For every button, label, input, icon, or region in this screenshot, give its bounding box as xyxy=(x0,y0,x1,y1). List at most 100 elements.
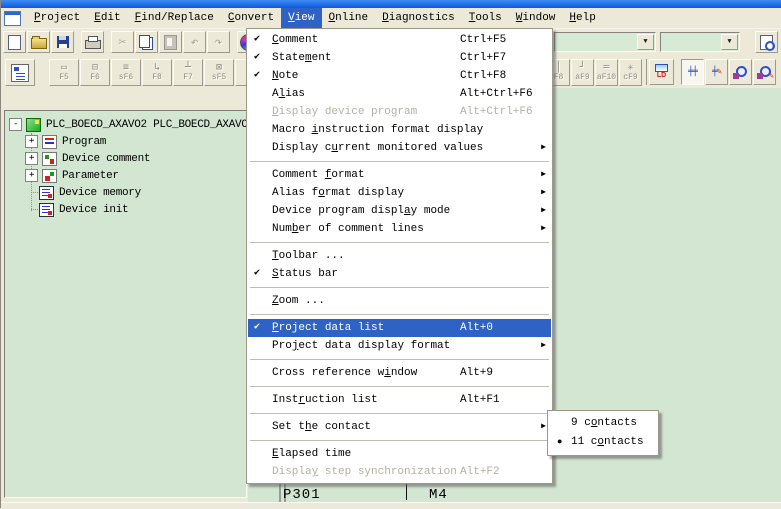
collapse-box-icon[interactable]: - xyxy=(9,118,22,131)
submenu-arrow-icon: ▶ xyxy=(541,139,546,157)
printer-icon xyxy=(85,40,101,49)
menu-separator xyxy=(250,287,549,288)
write-magnifier-icon: ✎ xyxy=(757,65,772,80)
view-menu-item-display-step-synchronization: Display step synchronizationAlt+F2 xyxy=(248,463,551,481)
menu-separator xyxy=(250,440,549,441)
cut-button: ✂ xyxy=(111,31,134,53)
view-menu-item-number-of-comment-lines[interactable]: Number of comment lines▶ xyxy=(248,220,551,238)
menubar-item-help[interactable]: Help xyxy=(562,8,602,28)
monitor-write-mode-button[interactable]: ✎ xyxy=(753,59,776,85)
checkmark-icon: ✔ xyxy=(254,31,260,49)
view-menu-item-alias-format-display[interactable]: Alias format display▶ xyxy=(248,184,551,202)
tree-item-label: Program xyxy=(62,136,106,148)
dropdown-arrow-icon[interactable]: ▼ xyxy=(637,34,654,50)
menu-separator xyxy=(250,242,549,243)
submenu-arrow-icon: ▶ xyxy=(541,220,546,238)
view-menu-item-set-the-contact[interactable]: Set the contact▶ xyxy=(248,418,551,436)
find-in-document-button[interactable] xyxy=(755,31,778,53)
view-menu-item-toolbar[interactable]: Toolbar ... xyxy=(248,247,551,265)
ladder-symbol-delete-vertical-icon-button: ┘aF9 xyxy=(571,59,594,86)
function-key-label: F6 xyxy=(90,73,100,82)
ladder-list-toggle-button[interactable]: LD xyxy=(649,59,674,85)
menubar-item-online[interactable]: Online xyxy=(322,8,376,28)
function-key-label: sF6 xyxy=(119,73,133,82)
ladder-symbol-application-instruction-icon-button: ⊠sF5 xyxy=(204,59,234,86)
view-menu-item-statement[interactable]: ✔StatementCtrl+F7 xyxy=(248,49,551,67)
mdi-child-window-icon[interactable] xyxy=(4,11,21,26)
expand-box-icon[interactable]: + xyxy=(25,135,38,148)
view-menu-item-elapsed-time[interactable]: Elapsed time xyxy=(248,445,551,463)
submenu-arrow-icon: ▶ xyxy=(541,184,546,202)
submenu-item-11-contacts[interactable]: ●11 contacts xyxy=(549,433,657,452)
open-folder-icon xyxy=(31,38,47,49)
tree-item-label: Parameter xyxy=(62,170,119,182)
function-key-label: F8 xyxy=(554,73,564,82)
print-button[interactable] xyxy=(81,31,104,53)
project-data-list-panel: -PLC_BOECD_AXAVO2 PLC_BOECD_AXAVO2 + Progr… xyxy=(4,110,247,498)
standard-toolbar-buttons: ✂↶↷ xyxy=(3,31,261,53)
menubar-item-tools[interactable]: Tools xyxy=(462,8,509,28)
view-menu-item-comment-format[interactable]: Comment format▶ xyxy=(248,166,551,184)
view-menu-item-instruction-list[interactable]: Instruction listAlt+F1 xyxy=(248,391,551,409)
shortcut-label: Alt+0 xyxy=(460,319,493,337)
expand-box-icon[interactable]: + xyxy=(25,152,38,165)
tree-item-program[interactable]: + Program xyxy=(5,133,246,150)
copy-button[interactable] xyxy=(135,31,158,53)
device-init-icon xyxy=(39,203,54,217)
view-menu-item-note[interactable]: ✔NoteCtrl+F8 xyxy=(248,67,551,85)
menubar-item-window[interactable]: Window xyxy=(509,8,563,28)
tree-item-plc-boecd-axavo2-plc-boecd-axavo2[interactable]: -PLC_BOECD_AXAVO2 PLC_BOECD_AXAVO2 xyxy=(5,116,246,133)
menubar-item-find-replace[interactable]: Find/Replace xyxy=(128,8,221,28)
submenu-arrow-icon: ▶ xyxy=(541,418,546,436)
shortcut-label: Alt+Ctrl+F6 xyxy=(460,85,533,103)
device-combo-box-1[interactable]: ▼ xyxy=(554,32,656,52)
view-menu-item-display-current-monitored-values[interactable]: Display current monitored values▶ xyxy=(248,139,551,157)
view-menu-item-comment[interactable]: ✔CommentCtrl+F5 xyxy=(248,31,551,49)
view-menu-item-project-data-display-format[interactable]: Project data display format▶ xyxy=(248,337,551,355)
device-combo-box-2[interactable]: ▼ xyxy=(660,32,740,52)
menubar-item-project[interactable]: Project xyxy=(27,8,87,28)
open-button[interactable] xyxy=(27,31,50,53)
tree-item-parameter[interactable]: + Parameter xyxy=(5,167,246,184)
tree-item-device-memory[interactable]: Device memory xyxy=(5,184,246,201)
view-menu-item-macro-instruction-format-display[interactable]: Macro instruction format display xyxy=(248,121,551,139)
new-page-icon xyxy=(8,35,21,50)
parameter-icon xyxy=(42,169,57,183)
save-button[interactable] xyxy=(51,31,74,53)
ladder-symbol-buttons-right: │F8┘aF9═aF10✳cF9 xyxy=(547,59,653,86)
view-menu-item-zoom[interactable]: Zoom ... xyxy=(248,292,551,310)
dropdown-arrow-icon[interactable]: ▼ xyxy=(721,34,738,50)
new-button[interactable] xyxy=(3,31,26,53)
tree-item-device-comment[interactable]: + Device comment xyxy=(5,150,246,167)
tree-item-label: Device comment xyxy=(62,153,150,165)
paste-clipboard-icon xyxy=(164,35,177,50)
view-menu-item-cross-reference-window[interactable]: Cross reference windowAlt+9 xyxy=(248,364,551,382)
menu-bar-items: ProjectEditFind/ReplaceConvertViewOnline… xyxy=(27,8,603,28)
function-key-label: cF9 xyxy=(623,73,637,82)
view-menu-item-alias[interactable]: AliasAlt+Ctrl+F6 xyxy=(248,85,551,103)
cut-scissors-icon: ✂ xyxy=(119,36,127,49)
menubar-item-convert[interactable]: Convert xyxy=(221,8,281,28)
tree-item-device-init[interactable]: Device init xyxy=(5,201,246,218)
view-menu-dropdown: ✔CommentCtrl+F5✔StatementCtrl+F7✔NoteCtr… xyxy=(246,28,553,484)
menu-bar: ProjectEditFind/ReplaceConvertViewOnline… xyxy=(1,8,781,29)
menubar-item-view[interactable]: View xyxy=(281,8,321,28)
project-data-list-toggle[interactable] xyxy=(5,59,35,86)
menubar-item-edit[interactable]: Edit xyxy=(87,8,127,28)
submenu-item-9-contacts[interactable]: 9 contacts xyxy=(549,414,657,433)
save-floppy-icon xyxy=(57,36,69,48)
ladder-edit-mode-button[interactable]: ╪✎ xyxy=(705,59,728,85)
menu-separator xyxy=(250,413,549,414)
checkmark-icon: ✔ xyxy=(254,49,260,67)
menu-separator xyxy=(250,386,549,387)
view-menu-item-status-bar[interactable]: ✔Status bar xyxy=(248,265,551,283)
expand-box-icon[interactable]: + xyxy=(25,169,38,182)
vertical-pulse-icon: ┴ xyxy=(185,63,191,73)
menubar-item-diagnostics[interactable]: Diagnostics xyxy=(375,8,462,28)
gx-developer-window: ProjectEditFind/ReplaceConvertViewOnline… xyxy=(0,0,781,508)
monitor-mode-button[interactable] xyxy=(729,59,752,85)
shortcut-label: Alt+Ctrl+F6 xyxy=(460,103,533,121)
view-menu-item-project-data-list[interactable]: ✔Project data listAlt+0 xyxy=(248,319,551,337)
view-menu-item-device-program-display-mode[interactable]: Device program display mode▶ xyxy=(248,202,551,220)
ladder-mode-button[interactable]: ╪╪ xyxy=(681,59,704,85)
